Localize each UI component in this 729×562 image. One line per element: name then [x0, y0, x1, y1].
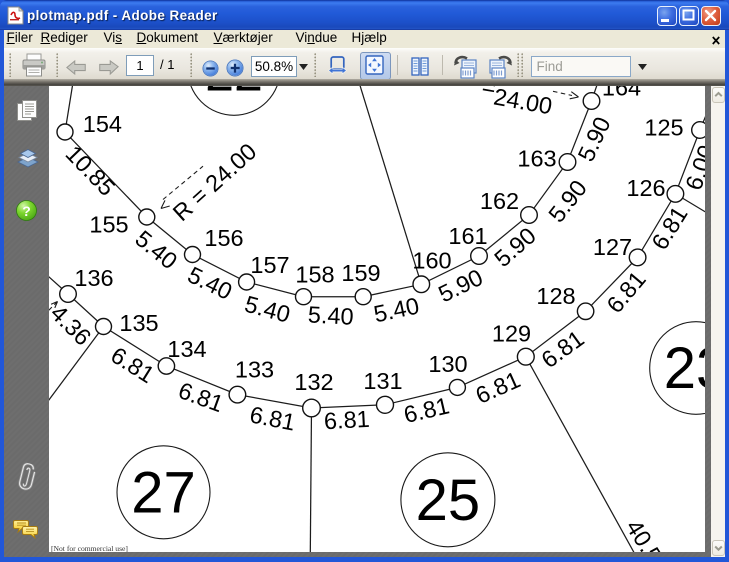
svg-text:164: 164	[602, 86, 641, 100]
svg-text:163: 163	[517, 146, 556, 172]
svg-text:5.40: 5.40	[184, 261, 237, 304]
svg-text:134: 134	[167, 336, 206, 362]
svg-text:136: 136	[74, 265, 113, 291]
svg-text:?: ?	[22, 203, 31, 219]
svg-text:128: 128	[536, 283, 575, 309]
svg-text:6.00: 6.00	[680, 142, 705, 194]
svg-text:5.90: 5.90	[543, 175, 592, 227]
svg-text:10.85: 10.85	[61, 140, 121, 200]
svg-text:131: 131	[363, 368, 402, 394]
svg-text:4.36: 4.36	[49, 300, 96, 351]
svg-text:5.40: 5.40	[371, 292, 421, 327]
svg-text:23: 23	[664, 336, 705, 401]
svg-text:6.81: 6.81	[175, 377, 227, 417]
svg-text:6.81: 6.81	[401, 392, 451, 428]
svg-text:126: 126	[626, 175, 665, 201]
svg-text:158: 158	[295, 262, 334, 288]
svg-text:5.90: 5.90	[489, 222, 541, 272]
svg-text:22: 22	[205, 86, 263, 103]
svg-text:6.81: 6.81	[472, 366, 524, 408]
svg-text:5.40: 5.40	[307, 301, 354, 329]
svg-text:157: 157	[250, 252, 289, 278]
svg-text:130: 130	[428, 351, 467, 377]
svg-text:132: 132	[294, 369, 333, 395]
svg-text:27: 27	[131, 460, 196, 525]
svg-text:5.40: 5.40	[242, 291, 293, 328]
svg-text:156: 156	[204, 225, 243, 251]
svg-text:6.81: 6.81	[646, 202, 692, 255]
svg-text:6.81: 6.81	[536, 325, 588, 373]
svg-text:133: 133	[235, 357, 274, 383]
svg-text:5.90: 5.90	[573, 113, 616, 165]
svg-text:R = 24.00: R = 24.00	[168, 138, 262, 226]
svg-text:40.56: 40.56	[621, 515, 674, 552]
svg-text:162: 162	[480, 188, 519, 214]
svg-text:159: 159	[341, 260, 380, 286]
svg-text:6.81: 6.81	[248, 401, 298, 435]
svg-text:129: 129	[492, 321, 531, 347]
svg-text:161: 161	[448, 223, 487, 249]
svg-text:154: 154	[83, 111, 122, 137]
svg-text:6.81: 6.81	[323, 406, 370, 434]
svg-text:127: 127	[593, 234, 632, 260]
svg-text:135: 135	[119, 310, 158, 336]
svg-text:6.81: 6.81	[106, 342, 159, 388]
svg-text:125: 125	[644, 115, 683, 141]
svg-text:24.00: 24.00	[492, 86, 554, 119]
svg-text:6.81: 6.81	[601, 266, 650, 318]
svg-text:25: 25	[416, 468, 481, 533]
svg-text:160: 160	[412, 248, 451, 274]
svg-text:5.40: 5.40	[130, 225, 182, 274]
svg-text:155: 155	[89, 212, 128, 238]
